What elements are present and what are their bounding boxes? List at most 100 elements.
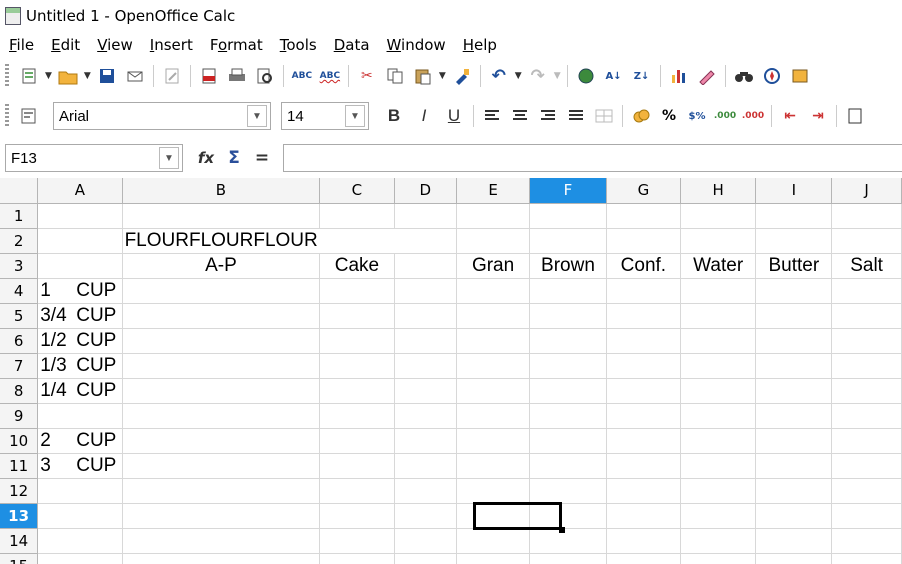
column-header-f[interactable]: F bbox=[529, 178, 607, 204]
paste-icon[interactable] bbox=[412, 65, 434, 87]
menu-edit[interactable]: Edit bbox=[42, 36, 88, 54]
copy-icon[interactable] bbox=[384, 65, 406, 87]
align-center-icon[interactable] bbox=[509, 105, 531, 127]
cell-d11[interactable] bbox=[394, 453, 458, 479]
cell-c6[interactable] bbox=[319, 328, 395, 354]
cell-d6[interactable] bbox=[394, 328, 458, 354]
cell-a5[interactable]: 3/4 CUP bbox=[37, 303, 123, 329]
cell-h10[interactable] bbox=[680, 428, 757, 454]
cell-h1[interactable] bbox=[680, 203, 757, 229]
row-header-9[interactable]: 9 bbox=[0, 403, 39, 429]
export-pdf-icon[interactable] bbox=[198, 65, 220, 87]
cell-i10[interactable] bbox=[755, 428, 833, 454]
cell-i6[interactable] bbox=[755, 328, 833, 354]
row-header-14[interactable]: 14 bbox=[0, 528, 39, 554]
cell-b12[interactable] bbox=[122, 478, 321, 504]
cell-g10[interactable] bbox=[606, 428, 681, 454]
standard-format-icon[interactable]: $% bbox=[686, 105, 708, 127]
cell-b5[interactable] bbox=[122, 303, 321, 329]
cell-c5[interactable] bbox=[319, 303, 395, 329]
cell-a15[interactable] bbox=[37, 553, 123, 564]
cell-g8[interactable] bbox=[606, 378, 681, 404]
cell-f12[interactable] bbox=[529, 478, 607, 504]
cell-b7[interactable] bbox=[122, 353, 321, 379]
add-decimal-icon[interactable]: .000 bbox=[714, 105, 736, 127]
cell-c3[interactable]: Cake bbox=[319, 253, 395, 279]
paste-dropdown-icon[interactable]: ▼ bbox=[439, 71, 446, 81]
merge-cells-icon[interactable] bbox=[593, 105, 615, 127]
cell-d3[interactable] bbox=[394, 253, 458, 279]
cell-d1[interactable] bbox=[394, 203, 458, 229]
open-folder-icon[interactable] bbox=[57, 65, 79, 87]
cell-i5[interactable] bbox=[755, 303, 833, 329]
cell-c1[interactable] bbox=[319, 203, 395, 229]
column-header-i[interactable]: I bbox=[755, 178, 833, 204]
cell-j4[interactable] bbox=[831, 278, 902, 304]
column-header-a[interactable]: A bbox=[37, 178, 123, 204]
cell-d5[interactable] bbox=[394, 303, 458, 329]
cell-d15[interactable] bbox=[394, 553, 458, 564]
cell-j7[interactable] bbox=[831, 353, 902, 379]
font-size-dropdown-icon[interactable]: ▼ bbox=[345, 105, 365, 127]
cell-j11[interactable] bbox=[831, 453, 902, 479]
cell-e2[interactable] bbox=[456, 228, 531, 254]
cell-h5[interactable] bbox=[680, 303, 757, 329]
menu-tools[interactable]: Tools bbox=[271, 36, 325, 54]
cell-f3[interactable]: Brown bbox=[529, 253, 607, 279]
cell-g13[interactable] bbox=[606, 503, 681, 529]
cell-g14[interactable] bbox=[606, 528, 681, 554]
clone-formatting-icon[interactable] bbox=[451, 65, 473, 87]
cell-i14[interactable] bbox=[755, 528, 833, 554]
insert-chart-icon[interactable] bbox=[668, 65, 690, 87]
cell-g4[interactable] bbox=[606, 278, 681, 304]
underline-button[interactable]: U bbox=[443, 105, 465, 127]
column-header-c[interactable]: C bbox=[319, 178, 395, 204]
bold-button[interactable]: B bbox=[383, 105, 405, 127]
cell-j5[interactable] bbox=[831, 303, 902, 329]
fill-handle[interactable] bbox=[559, 527, 565, 533]
row-header-4[interactable]: 4 bbox=[0, 278, 39, 304]
new-dropdown-icon[interactable]: ▼ bbox=[45, 71, 52, 81]
undo-icon[interactable]: ↶ bbox=[488, 65, 510, 87]
row-header-12[interactable]: 12 bbox=[0, 478, 39, 504]
sort-ascending-icon[interactable]: A↓ bbox=[603, 65, 625, 87]
column-header-b[interactable]: B bbox=[122, 178, 321, 204]
cell-a2[interactable] bbox=[37, 228, 123, 254]
cell-e11[interactable] bbox=[456, 453, 531, 479]
cell-b14[interactable] bbox=[122, 528, 321, 554]
row-header-3[interactable]: 3 bbox=[0, 253, 39, 279]
cell-j14[interactable] bbox=[831, 528, 902, 554]
toolbar-grip[interactable] bbox=[5, 64, 9, 88]
name-box-dropdown-icon[interactable]: ▼ bbox=[159, 147, 179, 169]
cell-i11[interactable] bbox=[755, 453, 833, 479]
row-header-5[interactable]: 5 bbox=[0, 303, 39, 329]
hyperlink-icon[interactable] bbox=[575, 65, 597, 87]
email-icon[interactable] bbox=[124, 65, 146, 87]
cell-h6[interactable] bbox=[680, 328, 757, 354]
row-header-8[interactable]: 8 bbox=[0, 378, 39, 404]
cell-g15[interactable] bbox=[606, 553, 681, 564]
cell-a10[interactable]: 2 CUP bbox=[37, 428, 123, 454]
cell-d8[interactable] bbox=[394, 378, 458, 404]
cell-a14[interactable] bbox=[37, 528, 123, 554]
name-box[interactable]: F13 ▼ bbox=[5, 144, 183, 172]
cell-j1[interactable] bbox=[831, 203, 902, 229]
show-draw-functions-icon[interactable] bbox=[696, 65, 718, 87]
cell-d10[interactable] bbox=[394, 428, 458, 454]
cell-h7[interactable] bbox=[680, 353, 757, 379]
redo-icon[interactable]: ↷ bbox=[527, 65, 549, 87]
open-dropdown-icon[interactable]: ▼ bbox=[84, 71, 91, 81]
row-header-2[interactable]: 2 bbox=[0, 228, 39, 254]
cell-c2[interactable] bbox=[319, 228, 395, 254]
cell-e6[interactable] bbox=[456, 328, 531, 354]
cell-c12[interactable] bbox=[319, 478, 395, 504]
cell-e3[interactable]: Gran bbox=[456, 253, 531, 279]
function-wizard-button[interactable]: fx bbox=[195, 147, 217, 169]
row-header-6[interactable]: 6 bbox=[0, 328, 39, 354]
font-size-combo[interactable]: 14 ▼ bbox=[281, 102, 369, 130]
cell-f14[interactable] bbox=[529, 528, 607, 554]
align-right-icon[interactable] bbox=[537, 105, 559, 127]
spellcheck-icon[interactable]: ABC bbox=[291, 65, 313, 87]
undo-dropdown-icon[interactable]: ▼ bbox=[515, 71, 522, 81]
cell-h15[interactable] bbox=[680, 553, 757, 564]
